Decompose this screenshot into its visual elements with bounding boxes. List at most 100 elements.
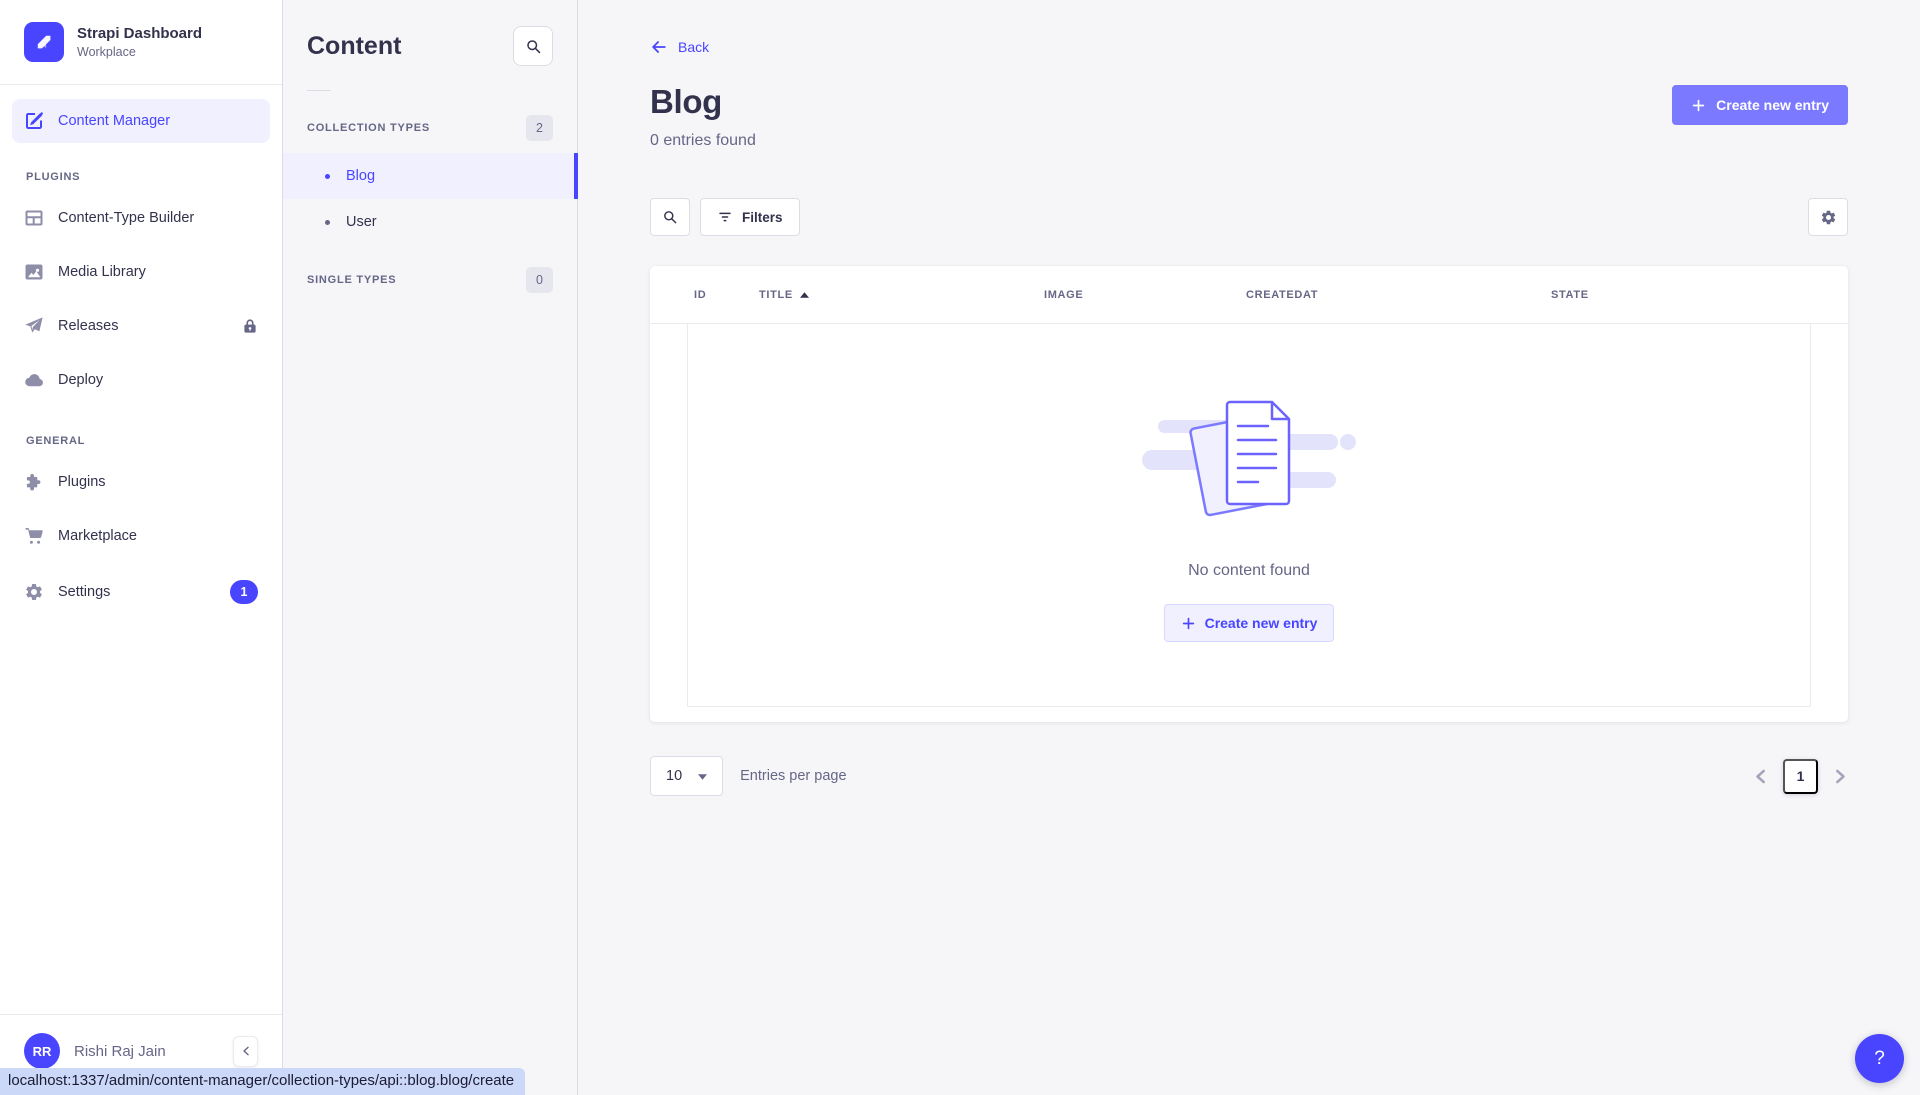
search-icon (525, 38, 542, 55)
previous-page-button[interactable] (1753, 767, 1768, 786)
sidebar-nav: Content Manager PLUGINS Content-Type Bui… (0, 85, 282, 1014)
workspace-switcher[interactable]: Strapi Dashboard Workplace (0, 0, 282, 85)
divider (307, 90, 331, 91)
subnav-title: Content (307, 32, 401, 61)
help-button[interactable]: ? (1855, 1034, 1904, 1083)
page-size-value: 10 (666, 768, 682, 784)
lock-icon (242, 318, 258, 334)
pen-icon (24, 111, 44, 131)
search-icon (662, 209, 678, 225)
cart-icon (24, 526, 44, 546)
main-sidebar: Strapi Dashboard Workplace Content Manag… (0, 0, 283, 1095)
sidebar-item-label: Marketplace (58, 528, 137, 544)
page-head-text: Blog 0 entries found (650, 83, 756, 150)
sidebar-section-general: GENERAL (12, 407, 270, 455)
empty-state-create-button[interactable]: Create new entry (1164, 604, 1335, 642)
sidebar-item-label: Deploy (58, 372, 103, 388)
cloud-icon (24, 370, 44, 390)
column-header-createdat[interactable]: CREATEDAT (1246, 289, 1551, 301)
column-header-image[interactable]: IMAGE (1044, 289, 1246, 301)
image-icon (24, 262, 44, 282)
sidebar-item-media-library[interactable]: Media Library (12, 245, 270, 299)
gear-icon (1820, 209, 1837, 226)
chevron-left-icon (242, 1046, 250, 1056)
sidebar-item-label: Releases (58, 318, 118, 334)
sidebar-item-deploy[interactable]: Deploy (12, 353, 270, 407)
brand-workspace: Workplace (77, 45, 202, 59)
brand-text: Strapi Dashboard Workplace (77, 25, 202, 59)
chevron-down-icon (698, 768, 707, 784)
entries-count: 0 entries found (650, 132, 756, 150)
view-settings-button[interactable] (1808, 198, 1848, 236)
sidebar-item-label: Media Library (58, 264, 146, 280)
create-new-entry-label: Create new entry (1716, 97, 1829, 113)
filters-label: Filters (742, 210, 783, 225)
chevron-left-icon (1755, 769, 1766, 784)
sidebar-item-content-manager[interactable]: Content Manager (12, 99, 270, 143)
next-page-button[interactable] (1833, 767, 1848, 786)
sidebar-item-label: Content-Type Builder (58, 210, 194, 226)
user-name: Rishi Raj Jain (74, 1043, 166, 1060)
filters-button[interactable]: Filters (700, 198, 800, 236)
main-content: Back Blog 0 entries found Create new ent… (578, 0, 1920, 1095)
table-search-button[interactable] (650, 198, 690, 236)
strapi-logo-icon (24, 22, 64, 62)
subnav-item-user[interactable]: User (283, 199, 577, 245)
group-title: COLLECTION TYPES (307, 122, 430, 134)
single-types-count-badge: 0 (526, 267, 553, 293)
empty-state-message: No content found (1188, 562, 1310, 580)
collection-types-count-badge: 2 (526, 115, 553, 141)
sidebar-item-content-type-builder[interactable]: Content-Type Builder (12, 191, 270, 245)
strapi-admin-app: Strapi Dashboard Workplace Content Manag… (0, 0, 1920, 1095)
back-link[interactable]: Back (650, 38, 709, 56)
content-subnav: Content COLLECTION TYPES 2 Blog User SIN… (283, 0, 578, 1095)
column-header-id[interactable]: ID (694, 289, 759, 301)
gear-icon (24, 582, 44, 602)
group-title: SINGLE TYPES (307, 274, 396, 286)
table-header-row: ID TITLE IMAGE CREATEDAT STATE (650, 266, 1848, 324)
page-size-select[interactable]: 10 (650, 756, 723, 796)
empty-state-create-label: Create new entry (1205, 615, 1318, 631)
group-header-collection-types: COLLECTION TYPES 2 (283, 101, 577, 153)
plus-icon (1691, 98, 1706, 113)
subnav-search-button[interactable] (513, 26, 553, 66)
paper-plane-icon (24, 316, 44, 336)
column-header-title[interactable]: TITLE (759, 289, 1044, 301)
sidebar-section-plugins: PLUGINS (12, 143, 270, 191)
layout-icon (24, 208, 44, 228)
avatar[interactable]: RR (24, 1033, 60, 1069)
subnav-item-label: User (346, 214, 377, 230)
chevron-right-icon (1835, 769, 1846, 784)
subnav-item-label: Blog (346, 168, 375, 184)
entries-per-page-label: Entries per page (740, 768, 846, 784)
brand-title: Strapi Dashboard (77, 25, 202, 42)
filter-icon (717, 209, 733, 225)
empty-documents-illustration (1136, 388, 1362, 534)
sidebar-collapse-button[interactable] (233, 1036, 258, 1067)
page-1-button[interactable]: 1 (1783, 759, 1818, 794)
puzzle-icon (24, 472, 44, 492)
sidebar-item-settings[interactable]: Settings 1 (12, 563, 270, 621)
group-header-single-types: SINGLE TYPES 0 (283, 253, 577, 305)
sidebar-item-label: Plugins (58, 474, 106, 490)
sort-ascending-icon[interactable] (800, 292, 809, 298)
create-new-entry-button[interactable]: Create new entry (1672, 85, 1848, 125)
browser-status-bar: localhost:1337/admin/content-manager/col… (0, 1068, 525, 1095)
pagination: 10 Entries per page 1 (650, 756, 1848, 796)
sidebar-item-releases[interactable]: Releases (12, 299, 270, 353)
back-label: Back (678, 39, 709, 55)
arrow-left-icon (650, 38, 668, 56)
plus-icon (1181, 616, 1196, 631)
page-title: Blog (650, 83, 756, 121)
empty-state: No content found Create new entry (687, 324, 1811, 707)
subnav-item-blog[interactable]: Blog (283, 153, 577, 199)
bullet-icon (325, 220, 330, 225)
column-header-state[interactable]: STATE (1551, 289, 1824, 301)
settings-notification-badge: 1 (230, 580, 258, 604)
sidebar-item-label: Content Manager (58, 113, 170, 129)
bullet-icon (325, 174, 330, 179)
sidebar-item-marketplace[interactable]: Marketplace (12, 509, 270, 563)
entries-table: ID TITLE IMAGE CREATEDAT STATE (650, 266, 1848, 722)
sidebar-item-plugins[interactable]: Plugins (12, 455, 270, 509)
sidebar-item-label: Settings (58, 584, 110, 600)
